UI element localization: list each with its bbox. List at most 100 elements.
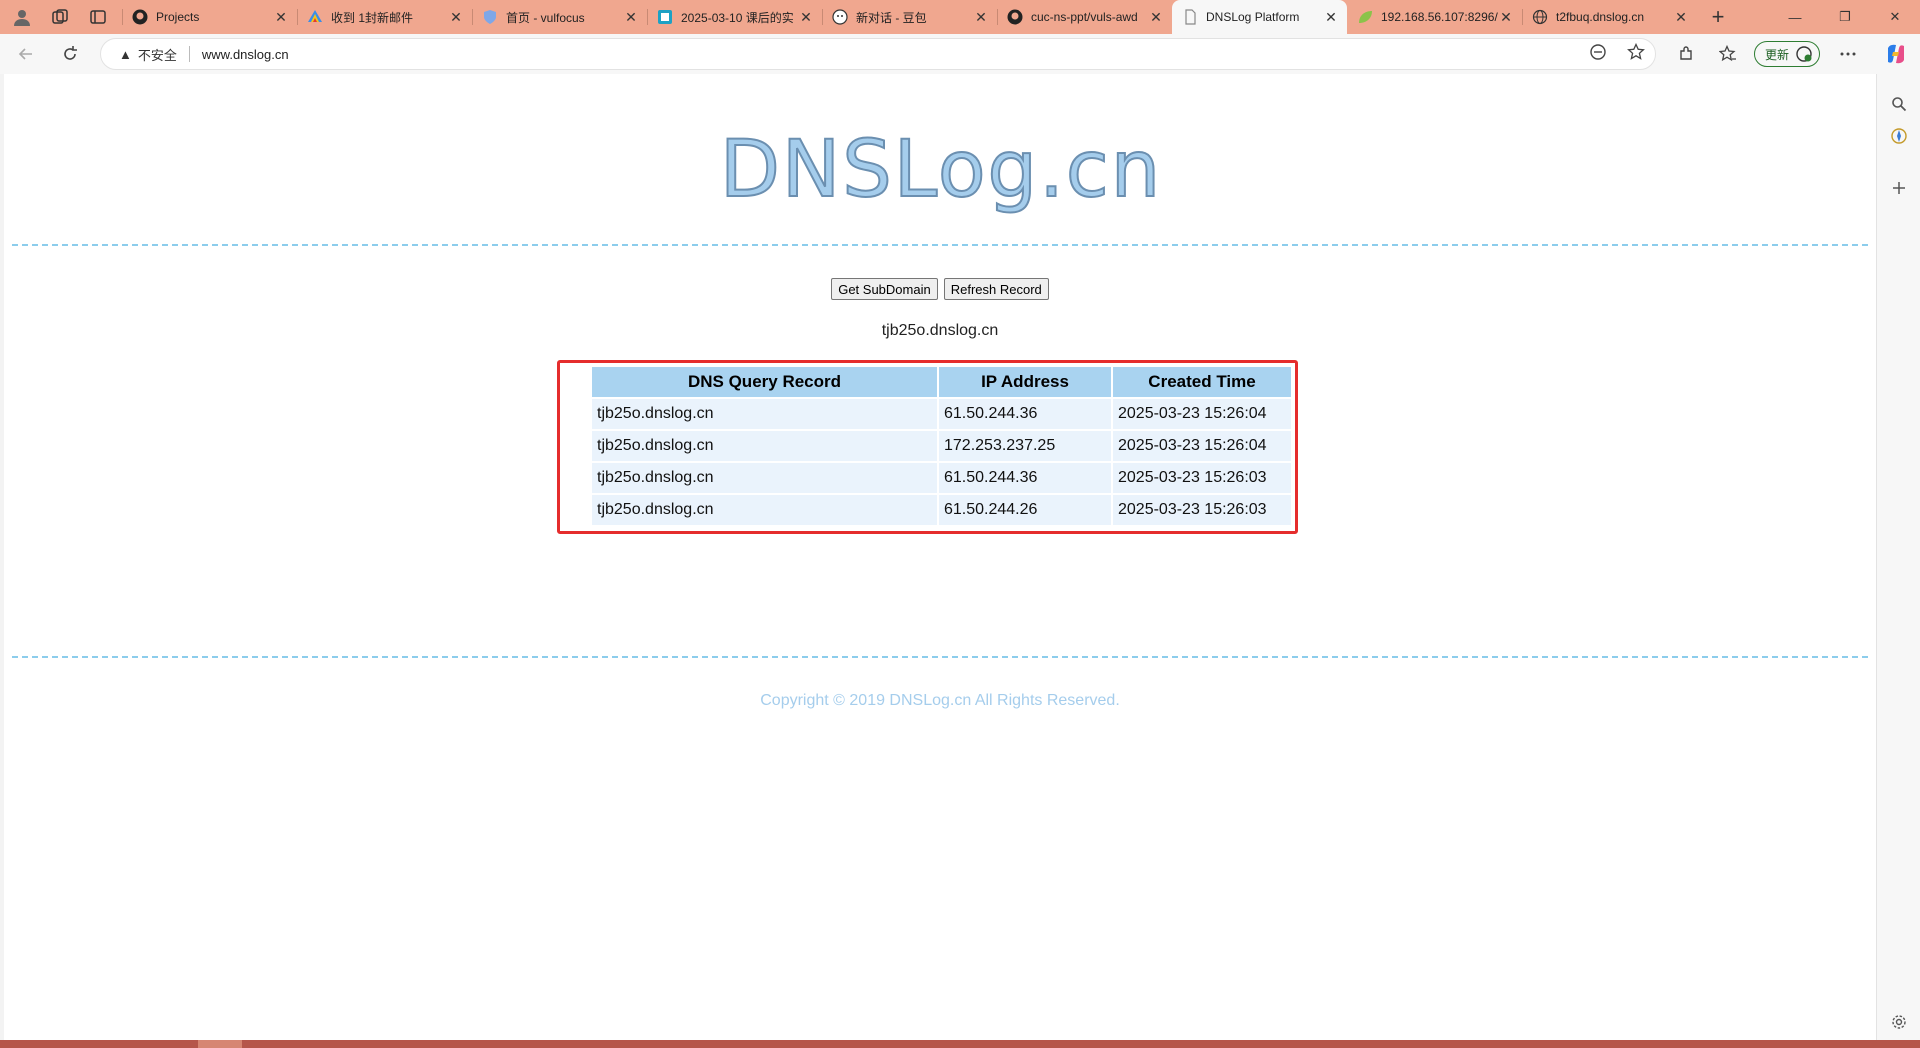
tab-title: 首页 - vulfocus	[506, 10, 585, 25]
close-icon[interactable]: ✕	[1498, 9, 1514, 25]
tab-title: t2fbuq.dnslog.cn	[1556, 10, 1645, 24]
profile-icon[interactable]	[8, 3, 36, 31]
tab-title: 2025-03-10 课后的实	[681, 10, 794, 25]
warning-icon[interactable]: ▲	[119, 47, 132, 62]
tab-title: DNSLog Platform	[1206, 10, 1300, 24]
vulfocus-icon	[482, 9, 498, 25]
dns-query-cell: tjb25o.dnslog.cn	[592, 463, 937, 493]
tab-course-doc[interactable]: 2025-03-10 课后的实 ✕	[647, 0, 822, 34]
bottom-divider	[12, 656, 1868, 658]
close-icon[interactable]: ✕	[448, 9, 464, 25]
tab-projects[interactable]: Projects ✕	[122, 0, 297, 34]
tab-local-ip[interactable]: 192.168.56.107:8296/ ✕	[1347, 0, 1522, 34]
created-time-cell: 2025-03-23 15:26:03	[1113, 463, 1291, 493]
tab-doubao[interactable]: 新对话 - 豆包 ✕	[822, 0, 997, 34]
update-label: 更新	[1765, 47, 1790, 62]
doubao-icon	[832, 9, 848, 25]
tab-title: 新对话 - 豆包	[856, 10, 927, 25]
close-icon[interactable]: ✕	[1323, 9, 1339, 25]
tab-title: Projects	[156, 10, 200, 24]
tab-mail[interactable]: 收到 1封新邮件 ✕	[297, 0, 472, 34]
dns-query-cell: tjb25o.dnslog.cn	[592, 495, 937, 525]
subdomain-text: tjb25o.dnslog.cn	[881, 322, 999, 339]
close-icon[interactable]: ✕	[973, 9, 989, 25]
workspaces-icon[interactable]	[46, 3, 74, 31]
logo-text: DNSLog.cn	[719, 124, 1163, 216]
tab-title: 收到 1封新邮件	[331, 10, 414, 25]
close-icon[interactable]: ✕	[623, 9, 639, 25]
mail-icon	[307, 9, 323, 25]
back-button[interactable]	[8, 38, 44, 70]
compass-icon[interactable]	[1887, 124, 1911, 148]
add-sidebar-app-icon[interactable]	[1887, 176, 1911, 200]
tab-title: 192.168.56.107:8296/	[1381, 10, 1498, 24]
column-header-ip-address: IP Address	[939, 367, 1111, 397]
top-divider	[12, 244, 1868, 246]
created-time-cell: 2025-03-23 15:26:04	[1113, 431, 1291, 461]
window-controls: — ❐ ✕	[1770, 0, 1920, 34]
close-icon[interactable]: ✕	[798, 9, 814, 25]
update-icon	[1796, 46, 1812, 62]
tab-vuls-awd[interactable]: cuc-ns-ppt/vuls-awd ✕	[997, 0, 1172, 34]
restore-icon[interactable]: ❐	[1820, 0, 1870, 34]
reload-button[interactable]	[52, 38, 88, 70]
sidebar-settings-icon[interactable]	[1887, 1010, 1911, 1034]
close-window-icon[interactable]: ✕	[1870, 0, 1920, 34]
ip-address-cell: 61.50.244.36	[939, 399, 1111, 429]
refresh-record-button[interactable]: Refresh Record	[943, 278, 1049, 300]
security-label[interactable]: 不安全	[138, 45, 177, 64]
copyright-text: Copyright © 2019 DNSLog.cn All Rights Re…	[760, 692, 1120, 709]
table-row: tjb25o.dnslog.cn 61.50.244.36 2025-03-23…	[592, 399, 1291, 429]
created-time-cell: 2025-03-23 15:26:04	[1113, 399, 1291, 429]
close-icon[interactable]: ✕	[1673, 9, 1689, 25]
page-viewport: DNSLog.cn Get SubDomain Refresh Record t…	[4, 74, 1876, 1040]
ip-address-cell: 61.50.244.36	[939, 463, 1111, 493]
column-header-created-time: Created Time	[1113, 367, 1291, 397]
ip-address-cell: 172.253.237.25	[939, 431, 1111, 461]
address-divider	[188, 46, 190, 62]
tabstrip-left-icons	[0, 0, 122, 34]
get-subdomain-button[interactable]: Get SubDomain	[831, 278, 938, 300]
toolbar-right: 更新	[1670, 38, 1874, 70]
new-tab-button[interactable]: +	[1701, 0, 1735, 34]
tab-title: cuc-ns-ppt/vuls-awd	[1031, 10, 1138, 24]
github-icon	[132, 9, 148, 25]
taskbar-item[interactable]	[198, 1040, 242, 1048]
favorite-star-icon[interactable]	[1627, 42, 1645, 64]
tab-strip: Projects ✕ 收到 1封新邮件 ✕ 首页 - vulfocus ✕ 20…	[0, 0, 1920, 34]
tab-vulfocus[interactable]: 首页 - vulfocus ✕	[472, 0, 647, 34]
copilot-icon[interactable]	[1884, 42, 1908, 66]
dns-query-cell: tjb25o.dnslog.cn	[592, 399, 937, 429]
action-buttons: Get SubDomain Refresh Record	[4, 278, 1876, 300]
browser-toolbar: ▲ 不安全 www.dnslog.cn 更新	[0, 34, 1920, 74]
url-text[interactable]: www.dnslog.cn	[202, 47, 289, 62]
address-bar-actions	[1589, 42, 1645, 64]
ip-address-cell: 61.50.244.26	[939, 495, 1111, 525]
edge-sidebar	[1876, 74, 1920, 1040]
translate-icon[interactable]	[1589, 43, 1607, 64]
update-button[interactable]: 更新	[1754, 41, 1821, 67]
tab-actions-icon[interactable]	[84, 3, 112, 31]
taskbar	[0, 1040, 1920, 1048]
dnslog-logo: DNSLog.cn	[719, 120, 1161, 220]
column-header-dns-query: DNS Query Record	[592, 367, 937, 397]
search-icon[interactable]	[1887, 92, 1911, 116]
table-row: tjb25o.dnslog.cn 61.50.244.26 2025-03-23…	[592, 495, 1291, 525]
doc-icon	[657, 9, 673, 25]
created-time-cell: 2025-03-23 15:26:03	[1113, 495, 1291, 525]
table-row: tjb25o.dnslog.cn 172.253.237.25 2025-03-…	[592, 431, 1291, 461]
tab-dnslog-platform[interactable]: DNSLog Platform ✕	[1172, 0, 1347, 34]
tab-t2fbuq[interactable]: t2fbuq.dnslog.cn ✕	[1522, 0, 1697, 34]
extensions-icon[interactable]	[1670, 38, 1702, 70]
table-header-row: DNS Query Record IP Address Created Time	[592, 367, 1291, 397]
close-icon[interactable]: ✕	[273, 9, 289, 25]
more-menu-icon[interactable]	[1832, 38, 1864, 70]
leaf-icon	[1357, 9, 1373, 25]
address-bar[interactable]: ▲ 不安全 www.dnslog.cn	[100, 38, 1656, 70]
minimize-icon[interactable]: —	[1770, 0, 1820, 34]
close-icon[interactable]: ✕	[1148, 9, 1164, 25]
favorites-icon[interactable]	[1712, 38, 1744, 70]
dns-record-table: DNS Query Record IP Address Created Time…	[590, 365, 1293, 527]
dns-query-cell: tjb25o.dnslog.cn	[592, 431, 937, 461]
page-icon	[1182, 9, 1198, 25]
